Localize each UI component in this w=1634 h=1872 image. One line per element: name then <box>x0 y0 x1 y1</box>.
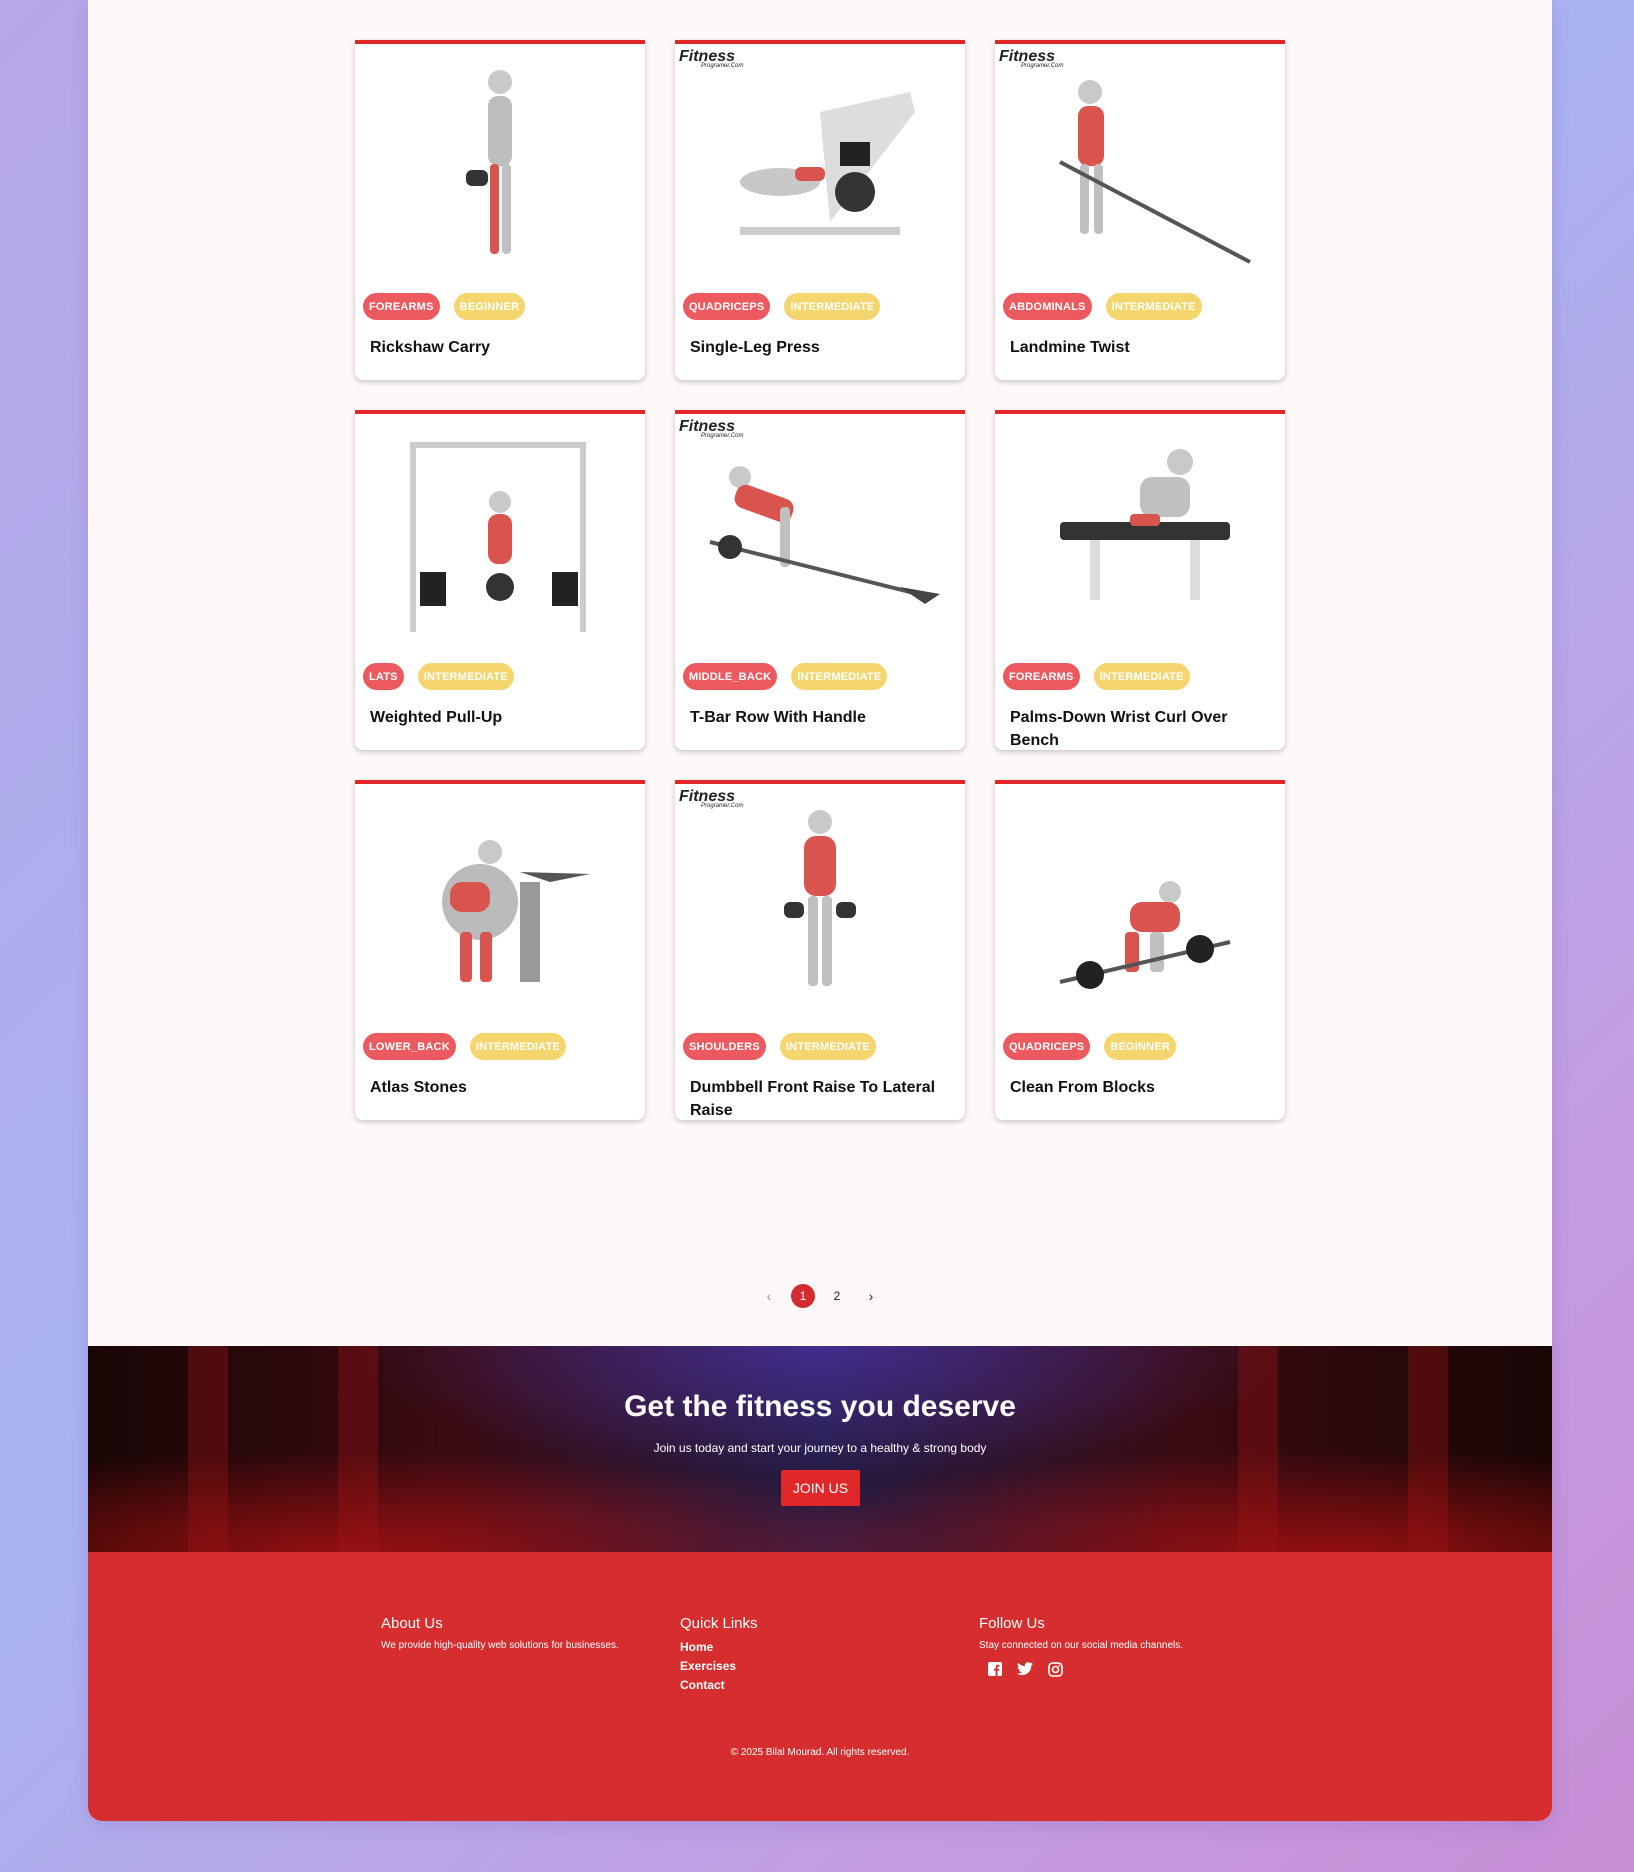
exercise-card-landmine-twist[interactable]: Fitness Programer.Com ABDOMINALS INTERMEDIA… <box>995 40 1285 380</box>
tag-list: MIDDLE_BACK INTERMEDIATE <box>683 663 888 690</box>
join-us-button[interactable]: JOIN US <box>781 1470 860 1506</box>
footer: About Us We provide high-quality web sol… <box>88 1552 1552 1821</box>
level-tag: INTERMEDIATE <box>779 1033 876 1060</box>
exercise-illustration <box>1060 449 1230 600</box>
exercise-title: Rickshaw Carry <box>370 339 491 356</box>
exercise-title: Dumbbell Front Raise To Lateral Raise <box>690 1079 936 1119</box>
cta-banner: Get the fitness you deserve Join us toda… <box>88 1346 1552 1552</box>
muscle-tag: QUADRICEPS <box>1003 1033 1091 1060</box>
watermark-logo: Fitness Programer.Com <box>679 418 744 439</box>
footer-follow-text: Stay connected on our social media chann… <box>979 1640 1184 1651</box>
exercise-image <box>355 414 645 660</box>
exercise-image <box>995 784 1285 1030</box>
exercise-title: Single-Leg Press <box>690 339 820 356</box>
level-tag: INTERMEDIATE <box>791 663 888 690</box>
exercise-title: Clean From Blocks <box>1010 1079 1155 1096</box>
level-tag: INTERMEDIATE <box>469 1033 566 1060</box>
exercise-card-single-leg-press[interactable]: Fitness Programer.Com QUADRICEPS INTERMEDIA… <box>675 40 965 380</box>
tag-list: LOWER_BACK INTERMEDIATE <box>363 1033 566 1060</box>
muscle-tag: FOREARMS <box>363 293 440 320</box>
page-button-1[interactable]: 1 <box>791 1284 815 1308</box>
copyright: © 2025 Bilal Mourad. All rights reserved… <box>730 1747 910 1758</box>
footer-link-exercises[interactable]: Exercises <box>680 1659 758 1673</box>
muscle-tag: QUADRICEPS <box>683 293 771 320</box>
footer-link-contact[interactable]: Contact <box>680 1678 758 1692</box>
page-button-2[interactable]: 2 <box>825 1284 849 1308</box>
level-tag: BEGINNER <box>453 293 526 320</box>
level-tag: BEGINNER <box>1104 1033 1177 1060</box>
exercise-illustration <box>709 466 940 604</box>
tag-list: FOREARMS INTERMEDIATE <box>1003 663 1190 690</box>
exercise-card-atlas-stones[interactable]: LOWER_BACK INTERMEDIATE Atlas Stones <box>355 780 645 1120</box>
watermark-logo: Fitness Programer.Com <box>679 48 744 69</box>
exercise-card-clean-from-blocks[interactable]: QUADRICEPS BEGINNER Clean From Blocks <box>995 780 1285 1120</box>
tag-list: FOREARMS BEGINNER <box>363 293 526 320</box>
exercise-title: Atlas Stones <box>370 1079 467 1096</box>
tag-list: ABDOMINALS INTERMEDIATE <box>1003 293 1202 320</box>
exercise-image <box>355 784 645 1030</box>
exercise-title: Palms-Down Wrist Curl Over Bench <box>1010 709 1228 749</box>
pagination: ‹ 1 2 › <box>88 1284 1552 1308</box>
level-tag: INTERMEDIATE <box>784 293 881 320</box>
exercise-illustration <box>784 810 856 986</box>
twitter-icon[interactable] <box>1017 1661 1033 1677</box>
exercise-illustration <box>466 70 512 254</box>
exercise-image <box>995 414 1285 660</box>
footer-about-title: About Us <box>381 1615 443 1632</box>
cta-title: Get the fitness you deserve <box>624 1390 1016 1423</box>
exercise-illustration <box>410 442 586 632</box>
muscle-tag: LOWER_BACK <box>363 1033 456 1060</box>
exercise-illustration <box>1059 881 1231 989</box>
muscle-tag: FOREARMS <box>1003 663 1080 690</box>
exercise-image <box>675 44 965 290</box>
footer-link-home[interactable]: Home <box>680 1640 758 1654</box>
page: FOREARMS BEGINNER Rickshaw Carry Fitness Pro… <box>88 0 1552 1821</box>
exercise-title: Weighted Pull-Up <box>370 709 503 726</box>
exercise-card-palms-down-wrist-curl-over-bench[interactable]: FOREARMS INTERMEDIATE Palms-Down Wrist Cur… <box>995 410 1285 750</box>
prev-page-button[interactable]: ‹ <box>757 1284 781 1308</box>
exercise-image <box>355 44 645 290</box>
exercise-title: Landmine Twist <box>1010 339 1130 356</box>
exercise-image <box>675 784 965 1030</box>
exercise-illustration <box>442 840 590 982</box>
exercise-card-weighted-pull-up[interactable]: LATS INTERMEDIATE Weighted Pull-Up <box>355 410 645 750</box>
instagram-icon[interactable] <box>1047 1661 1063 1677</box>
level-tag: INTERMEDIATE <box>417 663 514 690</box>
muscle-tag: MIDDLE_BACK <box>683 663 778 690</box>
exercise-image <box>675 414 965 660</box>
facebook-icon[interactable] <box>987 1661 1003 1677</box>
tag-list: SHOULDERS INTERMEDIATE <box>683 1033 876 1060</box>
social-links <box>987 1661 1183 1677</box>
exercise-card-rickshaw-carry[interactable]: FOREARMS BEGINNER Rickshaw Carry <box>355 40 645 380</box>
tag-list: QUADRICEPS INTERMEDIATE <box>683 293 881 320</box>
exercise-illustration <box>1059 80 1251 264</box>
footer-follow-title: Follow Us <box>979 1615 1045 1632</box>
watermark-logo: Fitness Programer.Com <box>679 788 744 809</box>
level-tag: INTERMEDIATE <box>1105 293 1202 320</box>
exercise-image <box>995 44 1285 290</box>
cta-subtitle: Join us today and start your journey to … <box>653 1441 987 1455</box>
level-tag: INTERMEDIATE <box>1093 663 1190 690</box>
footer-quick-links: Quick Links Home Exercises Contact <box>680 1615 758 1697</box>
muscle-tag: ABDOMINALS <box>1003 293 1092 320</box>
tag-list: QUADRICEPS BEGINNER <box>1003 1033 1177 1060</box>
exercise-title: T-Bar Row With Handle <box>690 709 866 726</box>
exercise-card-dumbbell-front-raise-to-lateral-raise[interactable]: Fitness Programer.Com SHOULDERS INTERMEDIAT… <box>675 780 965 1120</box>
muscle-tag: LATS <box>363 663 404 690</box>
footer-links-title: Quick Links <box>680 1615 758 1632</box>
footer-about: About Us We provide high-quality web sol… <box>381 1615 619 1651</box>
tag-list: LATS INTERMEDIATE <box>363 663 514 690</box>
muscle-tag: SHOULDERS <box>683 1033 766 1060</box>
exercise-grid: FOREARMS BEGINNER Rickshaw Carry Fitness Pro… <box>355 40 1287 1120</box>
footer-about-text: We provide high-quality web solutions fo… <box>381 1640 619 1651</box>
exercise-illustration <box>740 92 915 235</box>
footer-follow: Follow Us Stay connected on our social m… <box>979 1615 1183 1677</box>
next-page-button[interactable]: › <box>859 1284 883 1308</box>
watermark-logo: Fitness Programer.Com <box>999 48 1064 69</box>
exercise-card-t-bar-row-with-handle[interactable]: Fitness Programer.Com MIDDLE_BACK INTERMEDI… <box>675 410 965 750</box>
